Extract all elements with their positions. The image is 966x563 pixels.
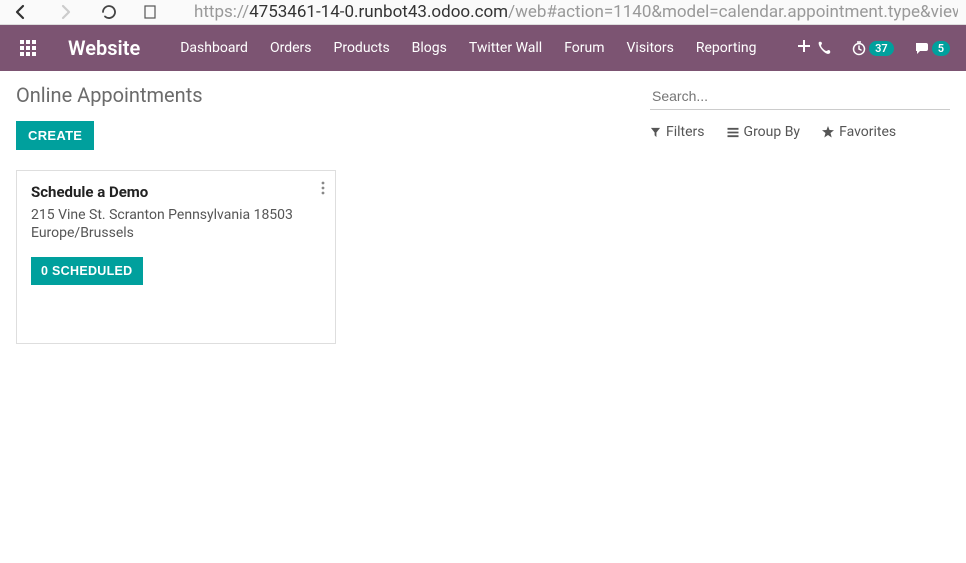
scheduled-button[interactable]: 0 SCHEDULED	[31, 257, 143, 285]
reload-button[interactable]	[96, 0, 122, 25]
conversations-badge: 5	[932, 41, 950, 56]
nav-item-orders[interactable]: Orders	[270, 40, 312, 56]
page-info-icon[interactable]	[140, 5, 160, 19]
grid-icon	[20, 40, 36, 56]
control-left: Online Appointments CREATE	[16, 83, 203, 150]
card-menu[interactable]	[321, 181, 325, 195]
apps-menu[interactable]	[16, 40, 40, 56]
app-brand[interactable]: Website	[68, 36, 140, 60]
nav-item-visitors[interactable]: Visitors	[627, 40, 674, 56]
funnel-icon	[650, 127, 661, 138]
reload-icon	[100, 3, 118, 21]
nav-item-forum[interactable]: Forum	[564, 40, 604, 56]
nav-item-blogs[interactable]: Blogs	[412, 40, 447, 56]
filters-dropdown[interactable]: Filters	[650, 124, 705, 140]
nav-right: 37 5	[817, 40, 950, 56]
forward-button[interactable]	[52, 0, 78, 25]
timer-badge: 37	[869, 41, 894, 56]
card-timezone: Europe/Brussels	[31, 225, 321, 241]
top-nav: Website Dashboard Orders Products Blogs …	[0, 25, 966, 71]
nav-new-content[interactable]	[798, 40, 810, 56]
groupby-label: Group By	[744, 124, 801, 140]
timer-button[interactable]: 37	[851, 40, 894, 56]
conversations-button[interactable]: 5	[914, 40, 950, 56]
card-address: 215 Vine St. Scranton Pennsylvania 18503	[31, 207, 321, 223]
phone-button[interactable]	[817, 41, 831, 55]
favorites-label: Favorites	[839, 124, 896, 140]
nav-menu: Dashboard Orders Products Blogs Twitter …	[180, 40, 810, 56]
nav-item-twitterwall[interactable]: Twitter Wall	[469, 40, 542, 56]
document-icon	[143, 5, 157, 19]
search-input[interactable]	[650, 83, 950, 110]
nav-item-products[interactable]: Products	[334, 40, 390, 56]
arrow-left-icon	[13, 4, 29, 20]
address-bar[interactable]: https://4753461-14-0.runbot43.odoo.com/w…	[194, 2, 958, 22]
chat-icon	[914, 40, 930, 56]
page-title: Online Appointments	[16, 83, 203, 107]
appointment-card[interactable]: Schedule a Demo 215 Vine St. Scranton Pe…	[16, 170, 336, 344]
filter-row: Filters Group By Favorites	[650, 124, 950, 140]
arrow-right-icon	[57, 4, 73, 20]
kebab-icon	[321, 181, 325, 195]
url-prefix: https://	[194, 2, 249, 22]
browser-bar: https://4753461-14-0.runbot43.odoo.com/w…	[0, 0, 966, 25]
list-icon	[727, 127, 739, 138]
nav-item-dashboard[interactable]: Dashboard	[180, 40, 248, 56]
plus-icon	[798, 40, 810, 52]
clock-icon	[851, 40, 867, 56]
control-panel: Online Appointments CREATE Filters Group…	[0, 71, 966, 154]
star-icon	[822, 126, 834, 138]
phone-icon	[817, 41, 831, 55]
filters-label: Filters	[666, 124, 705, 140]
url-path: /web#action=1140&model=calendar.appointm…	[508, 2, 958, 22]
url-host: 4753461-14-0.runbot43.odoo.com	[249, 2, 508, 22]
nav-item-reporting[interactable]: Reporting	[696, 40, 757, 56]
kanban-view: Schedule a Demo 215 Vine St. Scranton Pe…	[0, 154, 966, 360]
favorites-dropdown[interactable]: Favorites	[822, 124, 896, 140]
create-button[interactable]: CREATE	[16, 121, 94, 150]
control-right: Filters Group By Favorites	[650, 83, 950, 140]
back-button[interactable]	[8, 0, 34, 25]
groupby-dropdown[interactable]: Group By	[727, 124, 801, 140]
card-title: Schedule a Demo	[31, 183, 321, 201]
